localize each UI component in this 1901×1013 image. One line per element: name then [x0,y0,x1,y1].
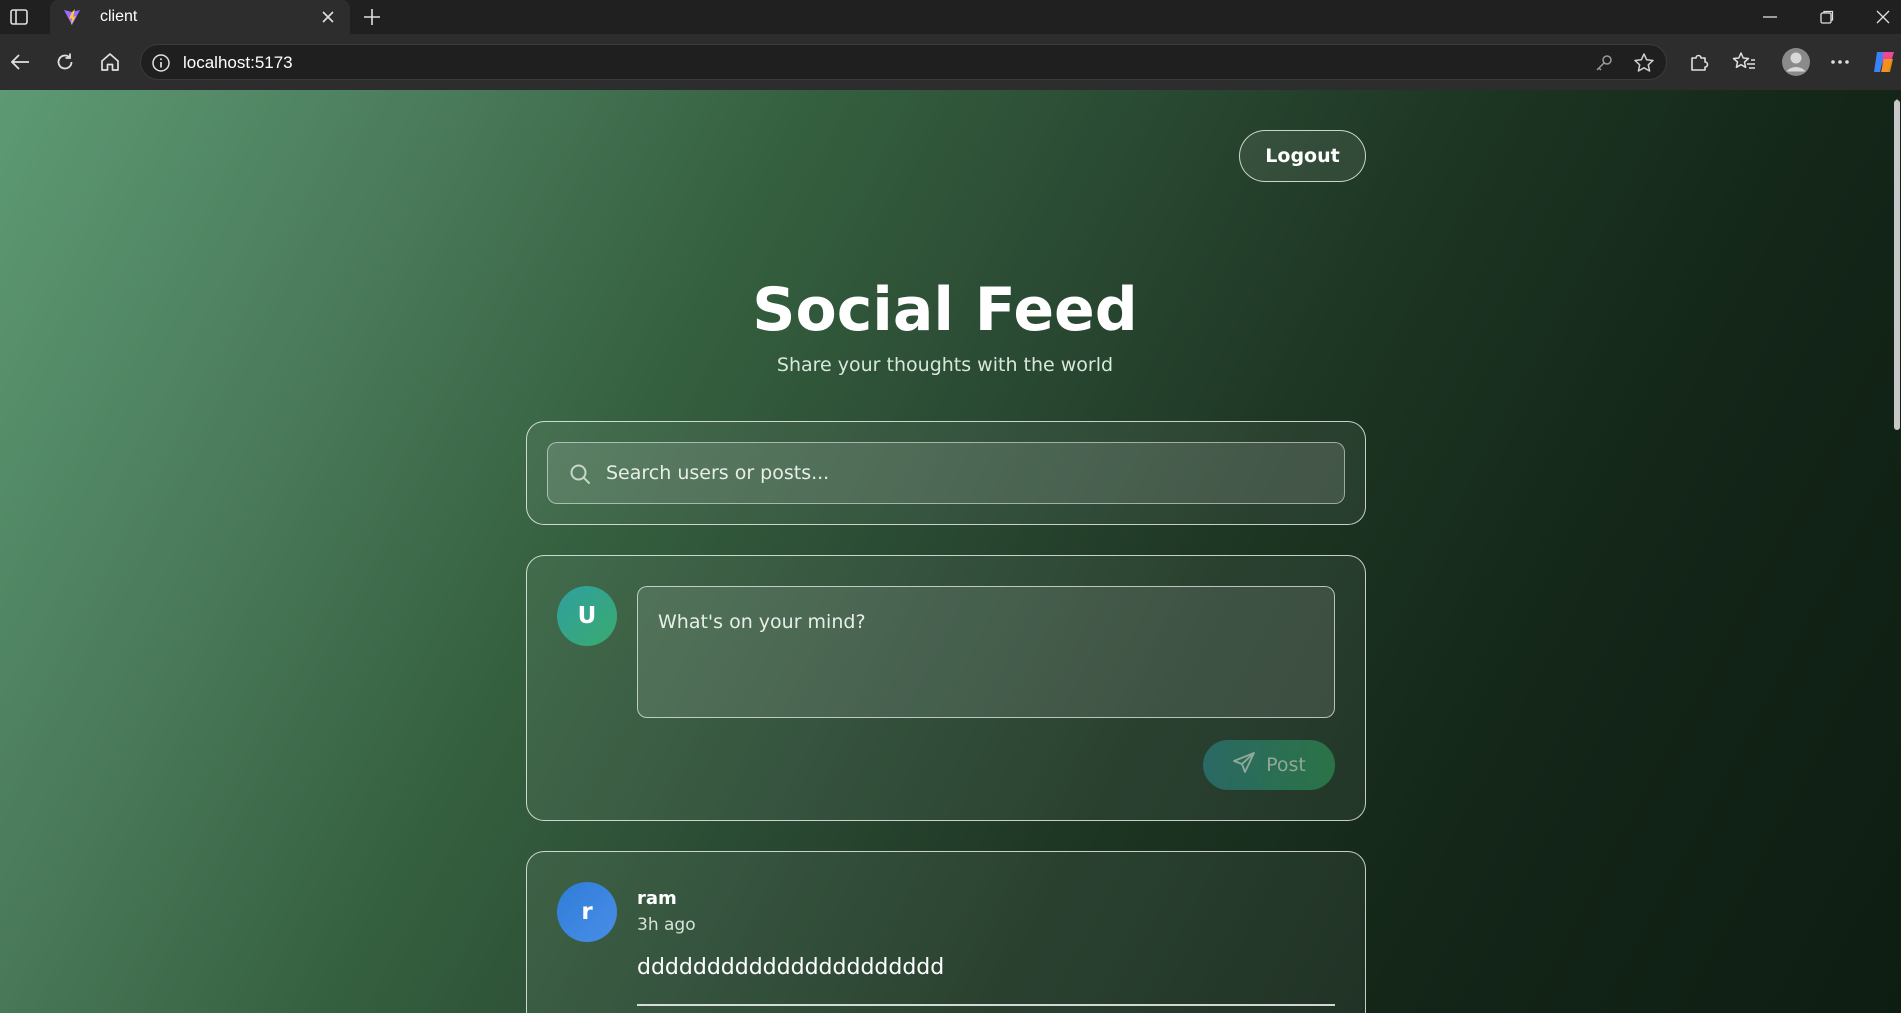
post-username[interactable]: ram [637,888,677,909]
browser-tab[interactable]: client [50,0,350,34]
vite-logo-icon [62,7,82,27]
key-icon[interactable] [1594,53,1614,73]
search-box[interactable] [547,442,1345,504]
search-card [526,421,1366,525]
tab-close-icon[interactable] [318,7,338,27]
search-icon [568,462,592,486]
page-scrollbar[interactable] [1893,90,1901,1013]
page-viewport: Logout Social Feed Share your thoughts w… [0,90,1901,1013]
post-button[interactable]: Post [1203,740,1335,790]
page-subtitle: Share your thoughts with the world [776,354,1114,376]
back-arrow-icon[interactable] [4,46,36,78]
favorites-icon[interactable] [1728,46,1760,78]
post-card: r ram 3h ago dddddddddddddddddddddd [526,851,1366,1013]
profile-icon[interactable] [1778,44,1814,80]
compose-card: U Post [526,555,1366,821]
favorite-star-icon[interactable] [1632,51,1656,75]
post-button-label: Post [1266,754,1306,776]
tab-actions-icon[interactable] [6,5,32,29]
send-icon [1232,751,1256,779]
scroll-up-arrow-icon[interactable] [1893,90,1901,103]
logout-button[interactable]: Logout [1239,130,1366,182]
avatar: U [557,586,617,646]
home-icon[interactable] [94,46,126,78]
url-text[interactable]: localhost:5173 [183,53,293,73]
scrollbar-thumb[interactable] [1894,100,1900,430]
more-icon[interactable] [1824,46,1856,78]
extensions-puzzle-icon[interactable] [1683,46,1715,78]
browser-toolbar: localhost:5173 [0,34,1901,90]
search-input[interactable] [606,443,1326,503]
compose-textarea[interactable] [637,586,1335,718]
browser-titlebar: client [0,0,1901,34]
scroll-down-arrow-icon[interactable] [1893,1005,1901,1013]
page-title: Social Feed [752,275,1138,345]
post-avatar: r [557,882,617,942]
post-timestamp: 3h ago [637,915,696,935]
address-bar[interactable]: localhost:5173 [140,44,1667,80]
site-info-icon[interactable] [151,53,171,73]
post-divider [637,1004,1335,1006]
tab-title: client [100,8,138,25]
post-content: dddddddddddddddddddddd [637,955,945,980]
new-tab-plus-icon[interactable] [358,4,386,30]
close-window-icon[interactable] [1860,0,1901,34]
copilot-icon[interactable] [1868,46,1900,78]
restore-icon[interactable] [1804,0,1850,34]
refresh-icon[interactable] [49,46,81,78]
minimize-icon[interactable] [1747,0,1793,34]
